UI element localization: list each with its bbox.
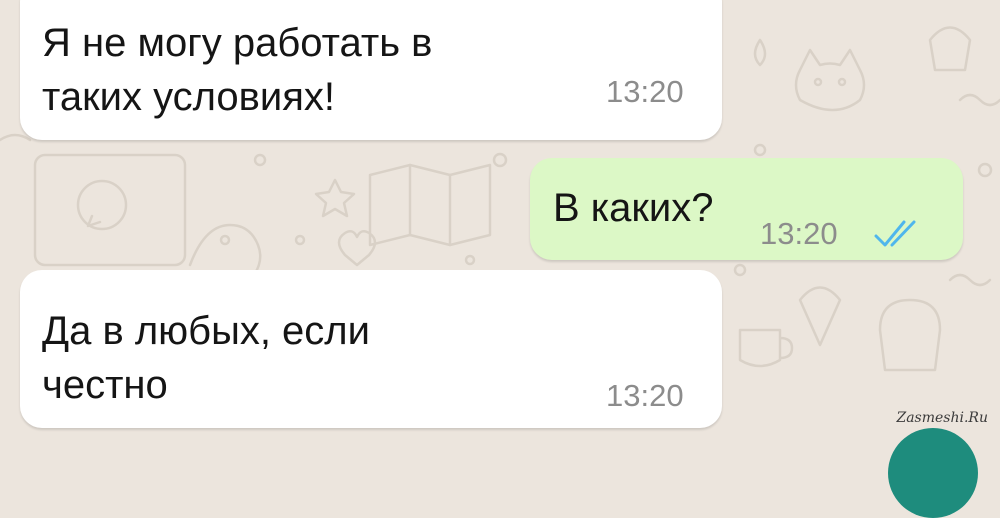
message-time: 13:20 <box>606 74 684 109</box>
compose-fab-icon[interactable] <box>888 428 978 518</box>
double-check-icon <box>874 220 916 247</box>
message-text: Да в любых, если честно <box>42 309 370 407</box>
site-watermark: Zasmeshi.Ru <box>896 410 988 426</box>
message-bubble-incoming[interactable]: Да в любых, если честно 13:20 <box>20 270 722 428</box>
message-bubble-outgoing[interactable]: В каких? 13:20 <box>530 158 963 260</box>
message-text: В каких? <box>553 186 714 230</box>
message-text: Я не могу работать в таких условиях! <box>42 21 433 119</box>
message-bubble-incoming[interactable]: Я не могу работать в таких условиях! 13:… <box>20 0 722 140</box>
message-time: 13:20 <box>606 378 684 413</box>
message-time: 13:20 <box>760 216 838 251</box>
